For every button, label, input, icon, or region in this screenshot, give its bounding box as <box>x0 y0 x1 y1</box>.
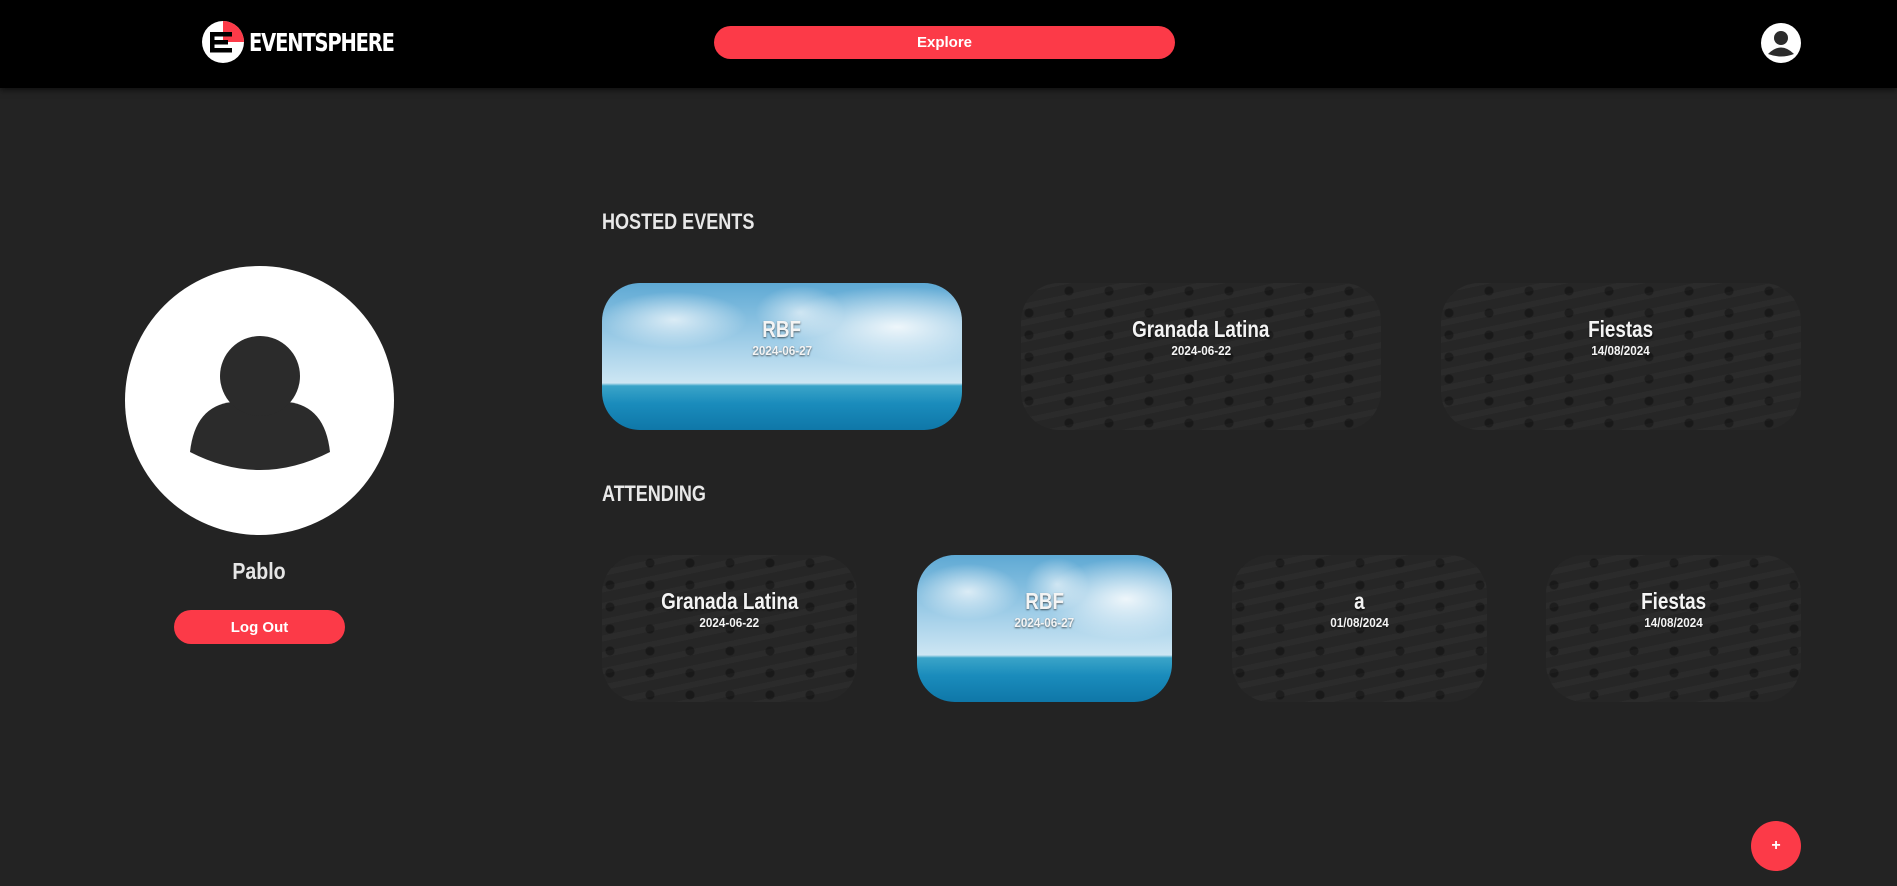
event-title: RBF <box>762 316 802 342</box>
hosted-event-card[interactable]: RBF 2024-06-27 <box>602 283 962 430</box>
event-date: 2024-06-22 <box>1171 343 1231 358</box>
logo-text: EVENTSPHERE <box>249 27 395 57</box>
profile-name: Pablo <box>232 558 286 584</box>
event-title: RBF <box>1025 588 1064 614</box>
event-date: 14/08/2024 <box>1644 615 1703 630</box>
user-menu-button[interactable] <box>1761 23 1801 63</box>
event-title: Fiestas <box>1588 316 1654 342</box>
profile-avatar <box>125 266 394 535</box>
eventsphere-logo[interactable]: EVENTSPHERE <box>201 20 435 64</box>
attending-heading: ATTENDING <box>602 481 706 506</box>
hosted-event-card[interactable]: Fiestas 14/08/2024 <box>1441 283 1801 430</box>
hosted-events-heading: HOSTED EVENTS <box>602 209 755 234</box>
event-title: a <box>1354 588 1365 614</box>
user-icon <box>1768 31 1794 57</box>
event-date: 01/08/2024 <box>1330 615 1389 630</box>
logout-button[interactable]: Log Out <box>174 610 345 644</box>
hosted-event-card[interactable]: Granada Latina 2024-06-22 <box>1021 283 1381 430</box>
attending-event-card[interactable]: RBF 2024-06-27 <box>917 555 1172 702</box>
attending-event-card[interactable]: Granada Latina 2024-06-22 <box>602 555 857 702</box>
explore-button[interactable]: Explore <box>714 26 1175 59</box>
event-title: Fiestas <box>1640 588 1706 614</box>
attending-event-card[interactable]: a 01/08/2024 <box>1232 555 1487 702</box>
event-title: Granada Latina <box>660 588 799 614</box>
event-date: 2024-06-22 <box>699 615 760 630</box>
event-date: 2024-06-27 <box>1014 615 1075 630</box>
add-event-button[interactable]: + <box>1751 821 1801 871</box>
attending-event-card[interactable]: Fiestas 14/08/2024 <box>1546 555 1801 702</box>
event-date: 2024-06-27 <box>752 343 812 358</box>
user-icon <box>190 334 330 470</box>
event-date: 14/08/2024 <box>1591 343 1651 358</box>
eventsphere-logo-icon <box>202 21 244 63</box>
top-navbar: EVENTSPHERE Explore <box>0 0 1897 88</box>
event-title: Granada Latina <box>1132 316 1270 342</box>
